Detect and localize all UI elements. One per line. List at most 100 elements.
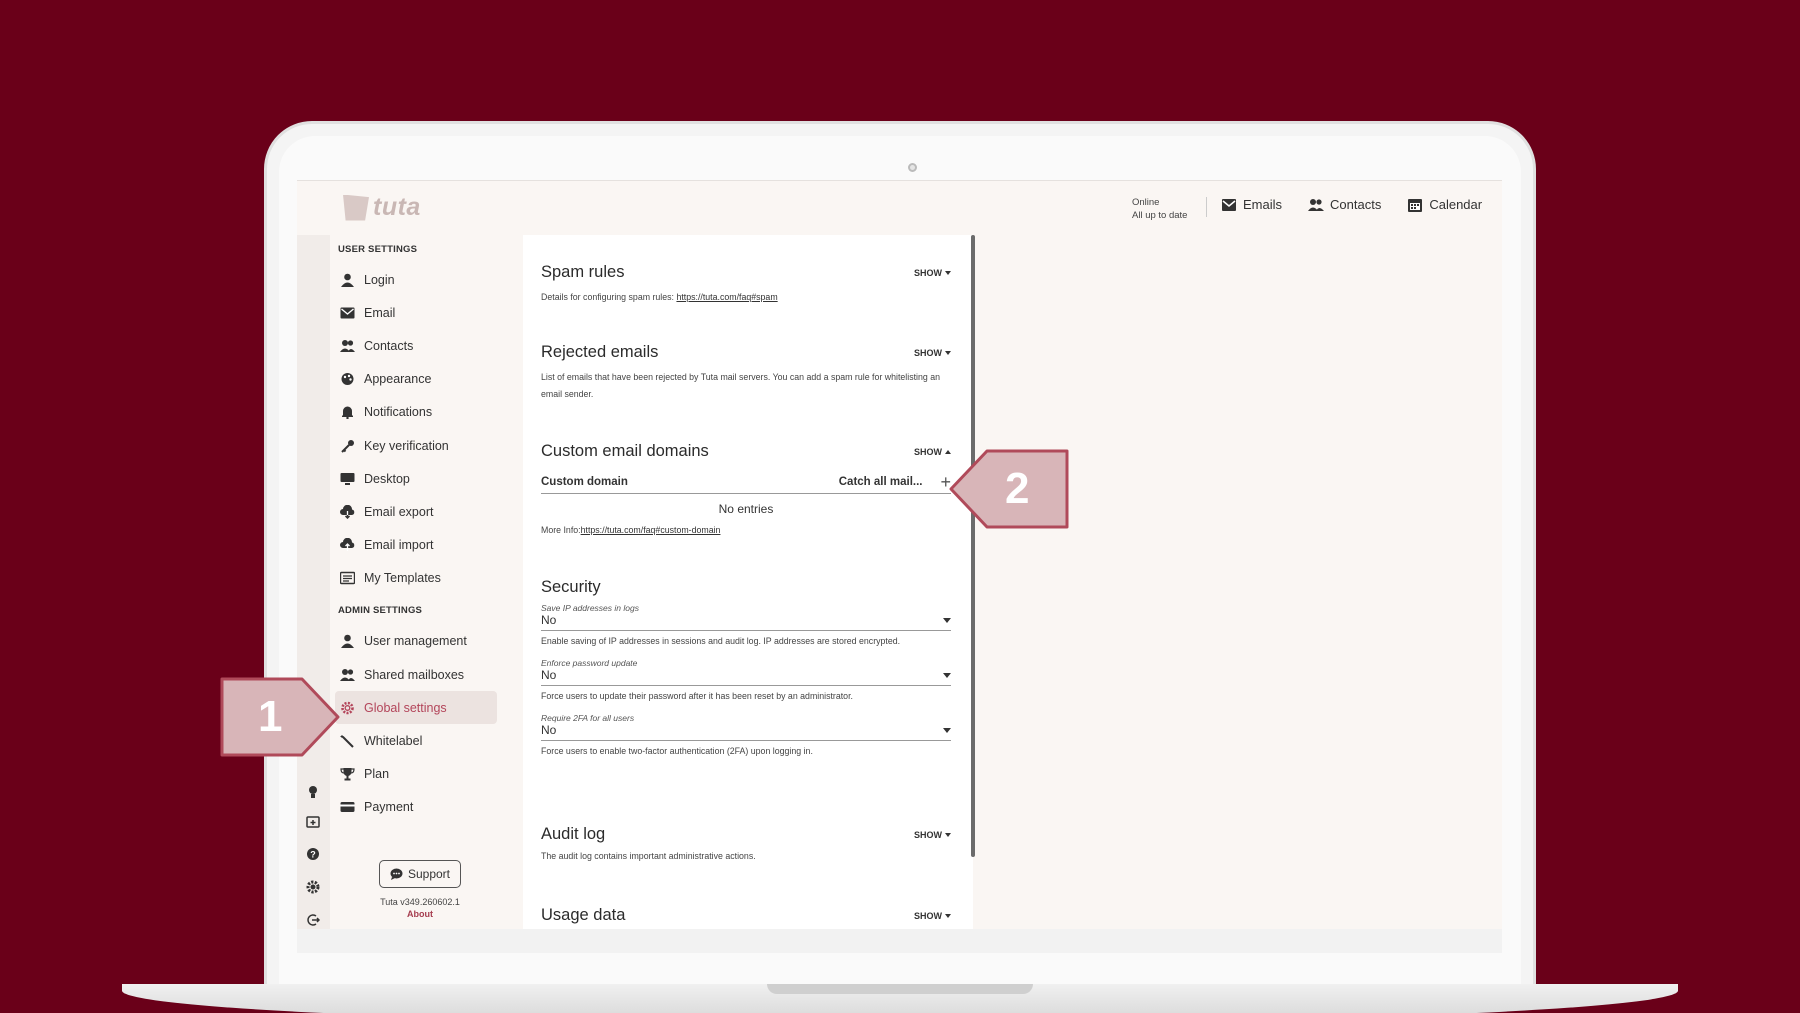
chevron-down-icon: [945, 270, 951, 275]
wand-icon: [340, 735, 354, 748]
monitor-icon: [340, 472, 355, 485]
require-2fa-select[interactable]: No: [541, 723, 951, 741]
audit-show-button[interactable]: SHOW: [914, 830, 951, 840]
screen-bottom-bar: [297, 929, 1502, 953]
section-title: Usage data: [541, 906, 626, 924]
password-update-select[interactable]: No: [541, 668, 951, 686]
help-icon[interactable]: ?: [306, 847, 320, 861]
app-screen: tuta Online All up to date Emails Contac…: [297, 180, 1502, 929]
sidebar-item-contacts[interactable]: Contacts: [335, 329, 503, 362]
new-window-icon[interactable]: [306, 815, 320, 829]
rejected-show-button[interactable]: SHOW: [914, 348, 951, 358]
cloud-upload-icon: [340, 538, 355, 552]
sidebar-item-whitelabel[interactable]: Whitelabel: [335, 724, 503, 757]
sidebar-item-key-verification[interactable]: Key verification: [335, 429, 503, 462]
sidebar-item-label: Email import: [364, 538, 434, 553]
domains-show-button[interactable]: SHOW: [914, 447, 951, 457]
chevron-down-icon: [945, 832, 951, 837]
sidebar-item-plan[interactable]: Plan: [335, 758, 503, 791]
domains-table-header: Custom domain Catch all mail... +: [541, 473, 951, 494]
more-info-label: More Info:: [541, 525, 581, 535]
sidebar-item-email[interactable]: Email: [335, 296, 503, 329]
sidebar-item-email-export[interactable]: Email export: [335, 495, 503, 528]
show-label: SHOW: [914, 910, 942, 921]
spam-show-button[interactable]: SHOW: [914, 268, 951, 278]
show-label: SHOW: [914, 446, 942, 457]
sidebar-item-appearance[interactable]: Appearance: [335, 363, 503, 396]
calendar-icon: [1408, 198, 1423, 212]
settings-sidebar: USER SETTINGS Login Email Contacts Appea…: [335, 235, 503, 824]
rejected-description: List of emails that have been rejected b…: [541, 372, 941, 399]
sidebar-item-label: Email: [364, 305, 396, 320]
nav-calendar[interactable]: Calendar: [1407, 197, 1482, 212]
spam-faq-link[interactable]: https://tuta.com/faq#spam: [676, 292, 777, 302]
camera-icon: [908, 163, 917, 172]
custom-domain-faq-link[interactable]: https://tuta.com/faq#custom-domain: [581, 525, 721, 535]
sidebar-item-login[interactable]: Login: [335, 263, 503, 296]
section-title: Custom email domains: [541, 442, 709, 460]
field-label: Save IP addresses in logs: [541, 603, 639, 613]
security-field-require-2fa: Require 2FA for all users No Force users…: [541, 713, 951, 756]
sidebar-item-user-management[interactable]: User management: [335, 625, 503, 658]
logout-icon[interactable]: [306, 913, 320, 927]
logo-mark-icon: [343, 194, 369, 221]
chevron-down-icon: [945, 913, 951, 918]
palette-icon: [341, 373, 354, 386]
contacts-icon: [1308, 198, 1325, 211]
spam-description: Details for configuring spam rules: http…: [541, 289, 951, 306]
connection-status: Online All up to date: [1132, 196, 1187, 222]
section-title: Spam rules: [541, 263, 625, 281]
field-value: No: [541, 668, 557, 682]
sidebar-item-desktop[interactable]: Desktop: [335, 462, 503, 495]
sidebar-item-label: Desktop: [364, 471, 410, 486]
sidebar-item-label: Payment: [364, 800, 414, 815]
sidebar-item-payment[interactable]: Payment: [335, 791, 503, 824]
show-label: SHOW: [914, 829, 942, 840]
sidebar-item-label: Key verification: [364, 438, 449, 453]
column-catch-all: Catch all mail...: [838, 476, 923, 488]
sidebar-item-notifications[interactable]: Notifications: [335, 396, 503, 429]
about-link[interactable]: About: [335, 909, 505, 919]
nav-calendar-label: Calendar: [1429, 197, 1483, 212]
nav-emails[interactable]: Emails: [1221, 197, 1282, 212]
usage-show-button[interactable]: SHOW: [914, 911, 951, 921]
bell-icon: [342, 406, 353, 420]
lightbulb-icon[interactable]: [306, 785, 320, 799]
sidebar-item-my-templates[interactable]: My Templates: [335, 562, 503, 595]
chevron-down-icon: [945, 350, 951, 355]
security-section: Security Save IP addresses in logs No En…: [541, 578, 951, 756]
ip-logs-select[interactable]: No: [541, 613, 951, 631]
field-help: Force users to update their password aft…: [541, 691, 853, 701]
contacts-icon: [340, 668, 355, 681]
settings-content: Spam rules SHOW Details for configuring …: [523, 235, 973, 929]
callout-number: 1: [258, 692, 283, 741]
top-navigation: Emails Contacts Calendar: [1221, 197, 1482, 212]
support-button[interactable]: Support: [378, 860, 462, 888]
sidebar-item-global-settings[interactable]: Global settings: [335, 691, 497, 725]
sidebar-item-label: Global settings: [364, 700, 447, 715]
usage-data-section: Usage data SHOW: [541, 906, 951, 925]
nav-contacts[interactable]: Contacts: [1308, 197, 1381, 212]
rejected-emails-section: Rejected emails SHOW List of emails that…: [541, 343, 951, 403]
gear-icon[interactable]: [306, 880, 320, 894]
show-label: SHOW: [914, 267, 942, 278]
sidebar-item-shared-mailboxes[interactable]: Shared mailboxes: [335, 658, 503, 691]
nav-emails-label: Emails: [1243, 197, 1283, 212]
support-label: Support: [407, 867, 451, 881]
cloud-download-icon: [340, 504, 355, 519]
content-scrollbar[interactable]: [971, 235, 975, 857]
sidebar-item-email-import[interactable]: Email import: [335, 529, 503, 562]
audit-description: The audit log contains important adminis…: [541, 851, 756, 861]
sidebar-item-label: Whitelabel: [364, 734, 423, 749]
app-version: Tuta v349.260602.1: [380, 897, 460, 907]
template-icon: [340, 572, 355, 585]
spam-desc-text: Details for configuring spam rules:: [541, 292, 677, 302]
security-field-ip-logs: Save IP addresses in logs No Enable savi…: [541, 603, 951, 646]
user-settings-heading: USER SETTINGS: [338, 243, 418, 255]
logo-text: tuta: [373, 193, 421, 221]
field-help: Force users to enable two-factor authent…: [541, 746, 813, 756]
tuta-logo[interactable]: tuta: [343, 193, 421, 222]
key-icon: [341, 439, 354, 453]
domains-empty-state: No entries: [718, 502, 774, 516]
audit-log-section: Audit log SHOW The audit log contains im…: [541, 825, 951, 865]
